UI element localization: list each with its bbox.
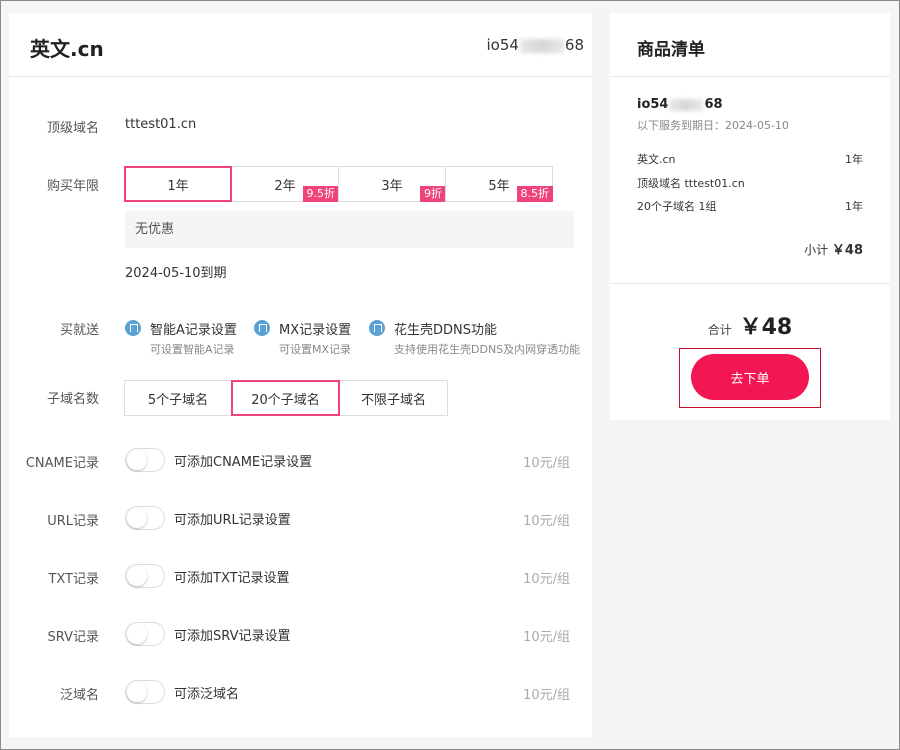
addon-desc: 可添加SRV记录设置 bbox=[174, 629, 291, 644]
addon-price: 10元/组 bbox=[523, 688, 570, 703]
cart-title: 商品清单 bbox=[637, 40, 705, 60]
addon-label: TXT记录 bbox=[48, 572, 99, 587]
years-label: 购买年限 bbox=[46, 179, 99, 194]
bookmark-icon bbox=[369, 320, 385, 336]
subdomain-option-label: 20个子域名 bbox=[251, 392, 320, 408]
divider bbox=[610, 283, 890, 284]
gift-desc: 可设置MX记录 bbox=[279, 343, 352, 356]
subdomain-option-5[interactable]: 5个子域名 bbox=[124, 380, 232, 416]
order-id-suffix: 68 bbox=[704, 97, 723, 112]
addon-row-wildcard: 泛域名 可添泛域名 10元/组 bbox=[9, 680, 592, 706]
cart-item-qty: 1年 bbox=[845, 153, 863, 166]
gift-title: 智能A记录设置 bbox=[150, 323, 237, 338]
masked-text bbox=[669, 98, 704, 111]
cart-item-name: 顶级域名 tttest01.cn bbox=[637, 177, 745, 190]
order-button-frame: 去下单 bbox=[679, 348, 821, 408]
cart-item: 20个子域名 1组 1年 bbox=[637, 198, 863, 214]
year-option-label: 1年 bbox=[167, 178, 189, 194]
addon-label: CNAME记录 bbox=[25, 456, 99, 471]
year-option-label: 5年 bbox=[488, 178, 510, 194]
discount-badge: 8.5折 bbox=[516, 186, 553, 202]
order-id-prefix: io54 bbox=[637, 97, 669, 112]
year-option-2[interactable]: 2年 9.5折 bbox=[231, 166, 339, 202]
cart-item: 顶级域名 tttest01.cn bbox=[637, 175, 863, 191]
addon-toggle[interactable] bbox=[125, 622, 165, 646]
page-title: 英文.cn bbox=[30, 37, 104, 61]
year-option-3[interactable]: 3年 9折 bbox=[338, 166, 446, 202]
addon-desc: 可添加TXT记录设置 bbox=[174, 571, 290, 586]
addon-price: 10元/组 bbox=[523, 572, 570, 587]
cart-item: 英文.cn 1年 bbox=[637, 151, 863, 167]
top-domain-label: 顶级域名 bbox=[46, 121, 99, 136]
addon-label: URL记录 bbox=[47, 514, 99, 529]
subdomain-option-label: 5个子域名 bbox=[147, 392, 209, 408]
cart-panel: 商品清单 io54 68 以下服务到期日：2024-05-10 英文.cn 1年 … bbox=[610, 13, 890, 420]
total-value: ￥48 bbox=[739, 315, 793, 340]
gift-title: MX记录设置 bbox=[279, 323, 352, 338]
addon-row-cname: CNAME记录 可添加CNAME记录设置 10元/组 bbox=[9, 448, 592, 474]
subdomain-option-label: 不限子域名 bbox=[360, 392, 426, 408]
gift-desc: 可设置智能A记录 bbox=[150, 343, 235, 356]
main-panel: 英文.cn io54 68 顶级域名 tttest01.cn 购买年限 1年 2年… bbox=[9, 13, 592, 737]
discount-note: 无优惠 bbox=[125, 211, 574, 248]
gift-title: 花生壳DDNS功能 bbox=[394, 323, 497, 338]
addon-row-url: URL记录 可添加URL记录设置 10元/组 bbox=[9, 506, 592, 532]
discount-badge: 9.5折 bbox=[302, 186, 339, 202]
gift-desc: 支持使用花生壳DDNS及内网穿透功能 bbox=[394, 343, 581, 356]
addon-toggle[interactable] bbox=[125, 680, 165, 704]
subtotal-value: ￥48 bbox=[831, 243, 863, 258]
year-option-5[interactable]: 5年 8.5折 bbox=[445, 166, 553, 202]
account-id-prefix: io54 bbox=[486, 36, 519, 54]
year-option-label: 2年 bbox=[274, 178, 296, 194]
year-selector: 1年 2年 9.5折 3年 9折 5年 8.5折 bbox=[124, 166, 553, 202]
addon-toggle[interactable] bbox=[125, 506, 165, 530]
addon-toggle[interactable] bbox=[125, 564, 165, 588]
subdomains-label: 子域名数 bbox=[46, 392, 99, 407]
total: 合计 ￥48 bbox=[610, 309, 890, 341]
place-order-button[interactable]: 去下单 bbox=[691, 354, 809, 400]
subtotal-label: 小计 bbox=[804, 243, 829, 257]
addon-row-srv: SRV记录 可添加SRV记录设置 10元/组 bbox=[9, 622, 592, 648]
cart-header: 商品清单 bbox=[610, 13, 890, 77]
main-header: 英文.cn io54 68 bbox=[9, 13, 592, 77]
addon-toggle[interactable] bbox=[125, 448, 165, 472]
gifts-label: 买就送 bbox=[59, 323, 99, 338]
addon-price: 10元/组 bbox=[523, 514, 570, 529]
cart-item-name: 20个子域名 1组 bbox=[637, 200, 717, 213]
subdomain-selector: 5个子域名 20个子域名 不限子域名 bbox=[124, 380, 448, 416]
account-id: io54 68 bbox=[486, 36, 584, 54]
discount-badge: 9折 bbox=[420, 186, 446, 202]
addon-desc: 可添泛域名 bbox=[174, 687, 240, 702]
cart-item-name: 英文.cn bbox=[637, 153, 676, 166]
addon-label: 泛域名 bbox=[59, 688, 99, 703]
addon-price: 10元/组 bbox=[523, 456, 570, 471]
masked-text bbox=[519, 38, 564, 53]
account-id-suffix: 68 bbox=[564, 36, 584, 54]
service-date: 以下服务到期日：2024-05-10 bbox=[637, 119, 789, 132]
addon-label: SRV记录 bbox=[47, 630, 99, 645]
addon-price: 10元/组 bbox=[523, 630, 570, 645]
top-domain-value: tttest01.cn bbox=[125, 117, 197, 132]
addon-desc: 可添加URL记录设置 bbox=[174, 513, 291, 528]
year-option-1[interactable]: 1年 bbox=[124, 166, 232, 202]
order-id: io54 68 bbox=[637, 97, 723, 112]
subtotal: 小计 ￥48 bbox=[804, 239, 863, 258]
addon-row-txt: TXT记录 可添加TXT记录设置 10元/组 bbox=[9, 564, 592, 590]
subdomain-option-unlimited[interactable]: 不限子域名 bbox=[339, 380, 448, 416]
year-option-label: 3年 bbox=[381, 178, 403, 194]
cart-item-qty: 1年 bbox=[845, 200, 863, 213]
subdomain-option-20[interactable]: 20个子域名 bbox=[231, 380, 340, 416]
addon-desc: 可添加CNAME记录设置 bbox=[174, 455, 313, 470]
total-label: 合计 bbox=[707, 323, 732, 337]
expiry-date: 2024-05-10到期 bbox=[125, 266, 227, 281]
bookmark-icon bbox=[125, 320, 141, 336]
bookmark-icon bbox=[254, 320, 270, 336]
